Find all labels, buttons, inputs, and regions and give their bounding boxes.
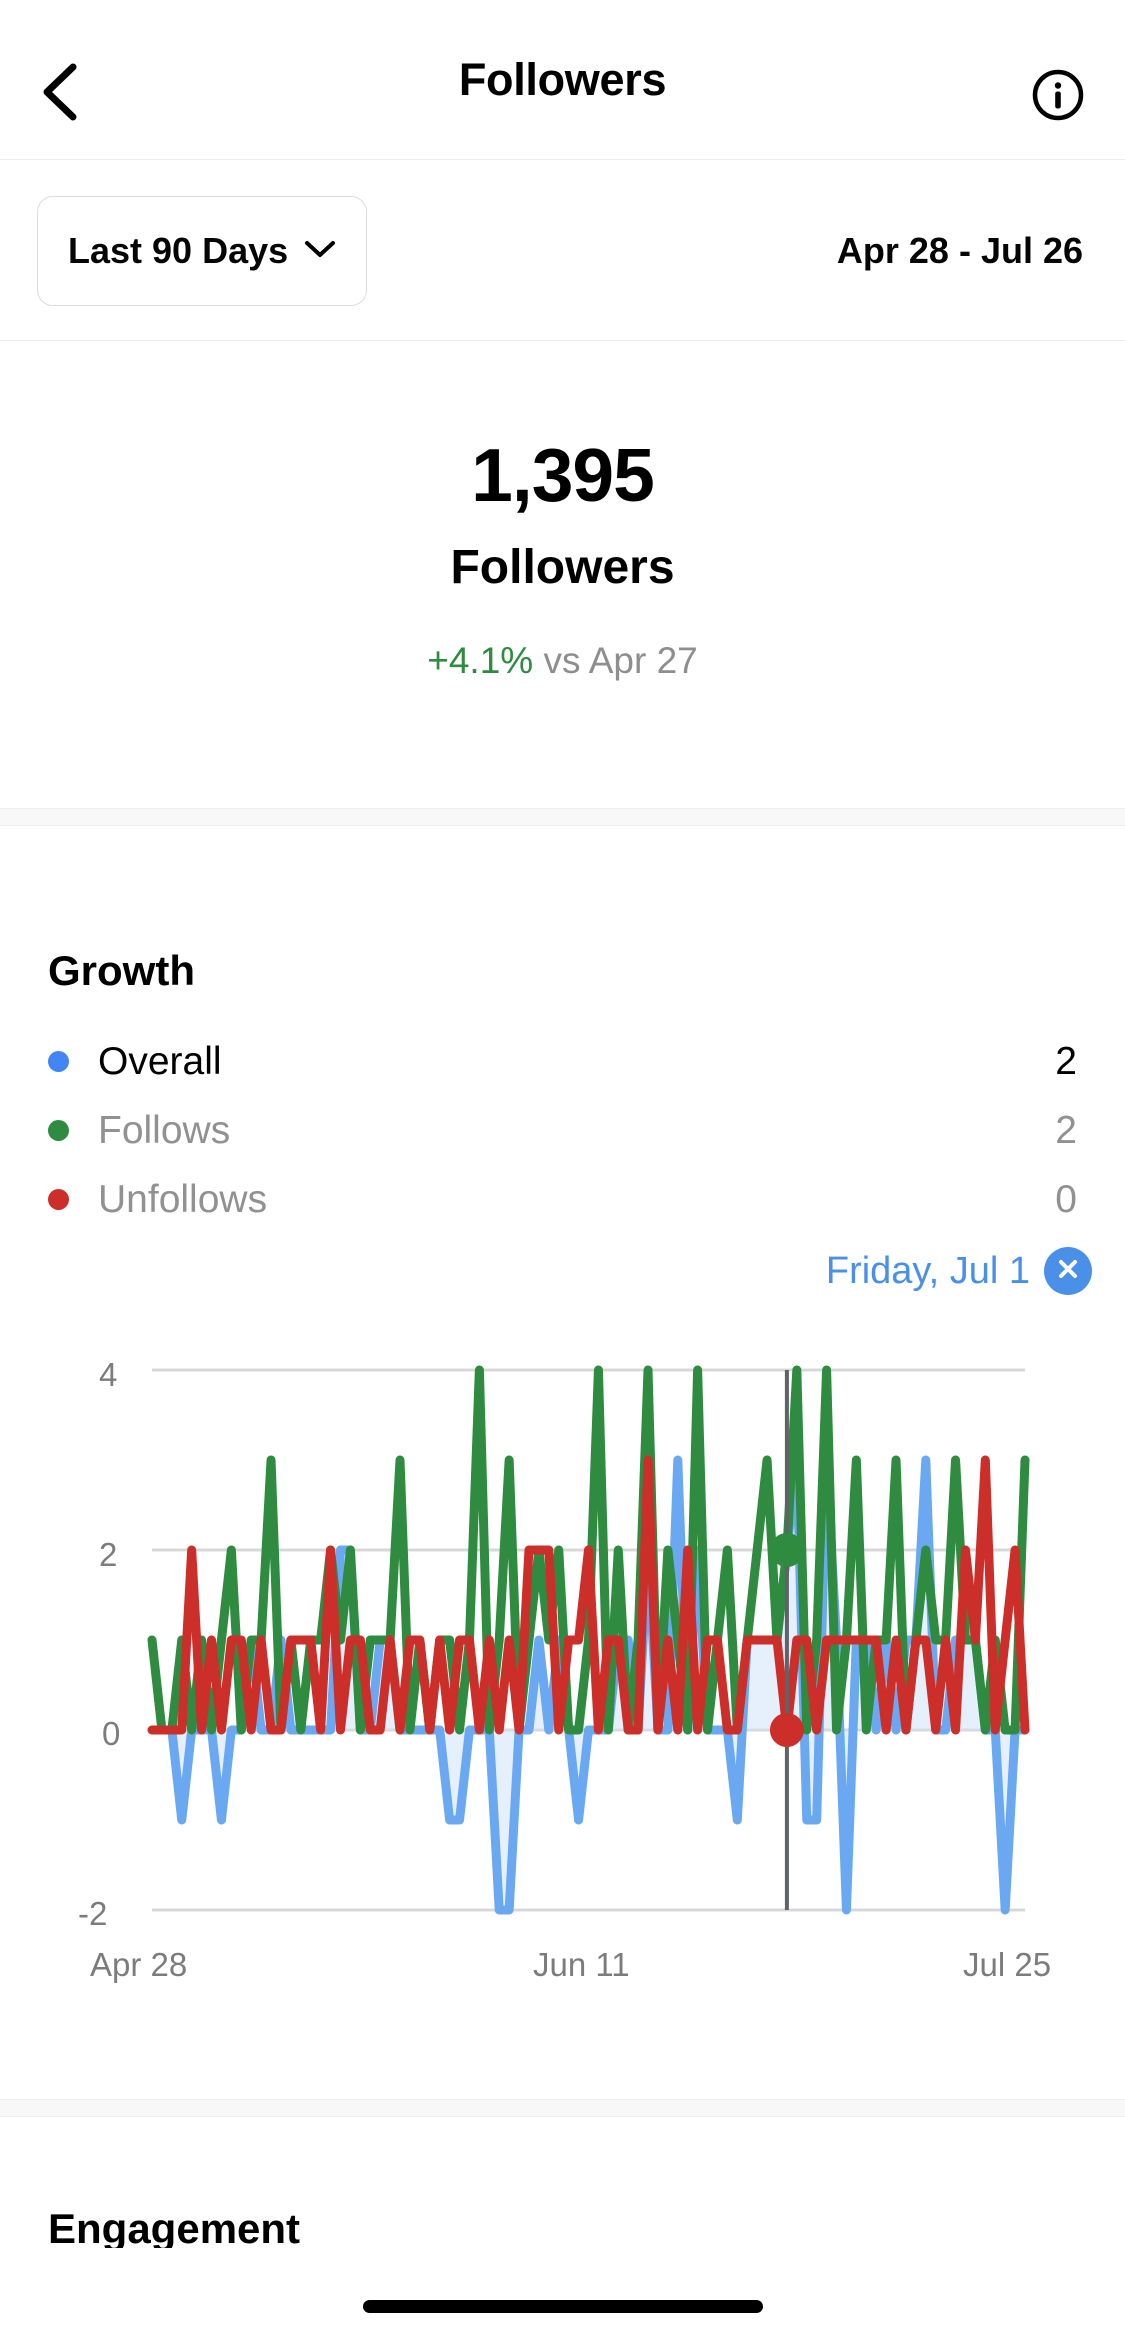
follower-count: 1,395 (471, 433, 655, 517)
followers-insights-screen: Followers Last 90 Days Apr 28 - Jul 26 1… (0, 0, 1125, 2339)
hero-stat: 1,395 Followers +4.1% vs Apr 27 (0, 342, 1125, 808)
legend-row-unfollows[interactable]: Unfollows 0 (48, 1165, 1077, 1234)
section-divider-bottom (0, 2099, 1125, 2117)
clear-selection-button[interactable] (1044, 1247, 1092, 1295)
legend-row-follows[interactable]: Follows 2 (48, 1096, 1077, 1165)
legend-label-follows: Follows (98, 1109, 231, 1152)
follower-count-label: Followers (450, 541, 675, 594)
follower-delta-percent: +4.1% (427, 640, 534, 681)
x-axis-tick-end: Jul 25 (963, 1946, 1052, 1983)
date-range-text: Apr 28 - Jul 26 (836, 230, 1083, 271)
legend-value-follows: 2 (1055, 1109, 1077, 1152)
next-section-clipped: Engagement (0, 2118, 1125, 2248)
follower-delta-comparison: vs Apr 27 (533, 640, 698, 681)
info-circle-icon (1031, 69, 1085, 126)
close-icon (1055, 1256, 1081, 1287)
x-axis-tick-middle: Jun 11 (533, 1946, 630, 1983)
y-axis-tick-4: 4 (99, 1356, 118, 1393)
y-axis-tick-2: 2 (99, 1536, 118, 1573)
info-button[interactable] (1031, 68, 1085, 122)
unfollows-series-dot (48, 1189, 69, 1210)
filter-bar: Last 90 Days Apr 28 - Jul 26 (0, 161, 1125, 341)
overall-series-dot (48, 1051, 69, 1072)
date-range-selector-label: Last 90 Days (68, 230, 289, 271)
back-button[interactable] (34, 62, 86, 122)
y-axis-tick-0: 0 (102, 1715, 121, 1752)
growth-heading: Growth (48, 947, 195, 994)
chevron-left-icon (39, 61, 81, 123)
growth-legend: Overall 2 Follows 2 Unfollows 0 (48, 1027, 1077, 1234)
selected-date-label: Friday, Jul 1 (825, 1250, 1030, 1292)
legend-row-overall[interactable]: Overall 2 (48, 1027, 1077, 1096)
growth-chart-svg[interactable] (0, 1330, 1125, 2020)
page-title: Followers (458, 54, 667, 105)
home-indicator (362, 2300, 763, 2313)
legend-label-unfollows: Unfollows (98, 1178, 268, 1221)
chevron-down-icon (304, 239, 336, 264)
growth-chart[interactable] (0, 1330, 1125, 2020)
navigation-bar: Followers (0, 0, 1125, 160)
legend-label-overall: Overall (98, 1040, 222, 1083)
y-axis-tick-minus-2: -2 (78, 1895, 108, 1932)
section-divider-top (0, 808, 1125, 826)
follower-delta: +4.1% vs Apr 27 (0, 642, 1125, 679)
x-axis-tick-start: Apr 28 (90, 1946, 188, 1983)
legend-value-overall: 2 (1055, 1040, 1077, 1083)
follows-series-dot (48, 1120, 69, 1141)
selected-date-chip: Friday, Jul 1 (826, 1243, 1092, 1299)
legend-value-unfollows: 0 (1055, 1178, 1077, 1221)
date-range-selector[interactable]: Last 90 Days (37, 196, 368, 306)
next-section-heading: Engagement (48, 2205, 301, 2249)
